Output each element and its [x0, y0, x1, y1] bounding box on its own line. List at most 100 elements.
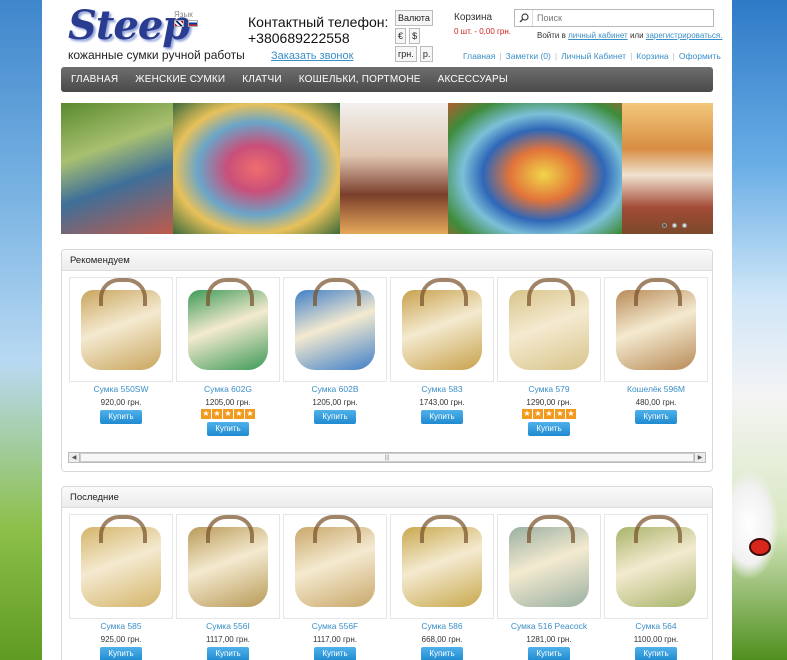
- slide-dot[interactable]: [672, 223, 677, 228]
- buy-button[interactable]: Купить: [314, 410, 356, 424]
- toplink-separator: |: [672, 51, 675, 61]
- buy-button[interactable]: Купить: [421, 647, 463, 660]
- product-name-link[interactable]: Сумка 586: [389, 621, 495, 631]
- bag-illustration: [188, 277, 268, 370]
- currency-usd-button[interactable]: $: [409, 28, 421, 44]
- english-flag-icon[interactable]: [174, 20, 184, 27]
- product-image[interactable]: [69, 514, 173, 619]
- cart-summary: 0 шт. - 0,00 грн.: [454, 27, 511, 36]
- banner-photo: [622, 103, 713, 234]
- login-or-text: или: [629, 31, 644, 40]
- product-name-link[interactable]: Сумка 579: [496, 384, 602, 394]
- background-left: [0, 0, 42, 660]
- scroll-right-icon[interactable]: ▶: [694, 452, 705, 463]
- currency-eur-button[interactable]: €: [395, 28, 407, 44]
- scrollbar-thumb[interactable]: |||: [80, 453, 694, 462]
- product-image[interactable]: [176, 514, 280, 619]
- bag-illustration: [81, 514, 161, 607]
- buy-button[interactable]: Купить: [100, 410, 142, 424]
- product-name-link[interactable]: Сумка 564: [603, 621, 709, 631]
- bag-illustration: [616, 514, 696, 607]
- product-image[interactable]: [283, 514, 387, 619]
- search-icon[interactable]: [515, 10, 533, 26]
- slide-dot[interactable]: [682, 223, 687, 228]
- register-link[interactable]: зарегистрироваться.: [646, 31, 723, 40]
- buy-button[interactable]: Купить: [528, 647, 570, 660]
- slide-dot[interactable]: [662, 223, 667, 228]
- banner-slideshow[interactable]: [61, 103, 713, 234]
- phone-label: Контактный телефон:: [248, 14, 389, 30]
- product-name-link[interactable]: Сумка 556I: [175, 621, 281, 631]
- cart-title[interactable]: Корзина: [454, 12, 511, 23]
- product-price: 1205,00 грн.: [312, 398, 358, 407]
- product-name-link[interactable]: Сумка 585: [68, 621, 174, 631]
- nav-item-accessories[interactable]: АКСЕССУАРЫ: [438, 74, 508, 85]
- buy-button[interactable]: Купить: [421, 410, 463, 424]
- product-image[interactable]: [390, 514, 494, 619]
- toplink-home[interactable]: Главная: [463, 51, 495, 61]
- product-name-link[interactable]: Сумка 583: [389, 384, 495, 394]
- bag-illustration: [509, 277, 589, 370]
- star-icon: ★: [555, 409, 565, 419]
- login-link[interactable]: личный кабинет: [568, 31, 628, 40]
- product-name-link[interactable]: Сумка 550SW: [68, 384, 174, 394]
- bag-illustration: [188, 514, 268, 607]
- toplink-separator: |: [630, 51, 633, 61]
- banner-photo: [340, 103, 448, 234]
- nav-item-wallets[interactable]: КОШЕЛЬКИ, ПОРТМОНЕ: [299, 74, 421, 85]
- callback-link[interactable]: Заказать звонок: [271, 50, 353, 62]
- buy-button[interactable]: Купить: [207, 422, 249, 436]
- toplink-checkout[interactable]: Оформить: [679, 51, 721, 61]
- bag-illustration: [81, 277, 161, 370]
- product-price: 668,00 грн.: [421, 635, 463, 644]
- nav-item-home[interactable]: ГЛАВНАЯ: [71, 74, 118, 85]
- star-icon: ★: [234, 409, 244, 419]
- search-input[interactable]: [533, 13, 708, 23]
- product-name-link[interactable]: Сумка 556F: [282, 621, 388, 631]
- product-image[interactable]: [176, 277, 280, 382]
- product-name-link[interactable]: Кошелёк 596M: [603, 384, 709, 394]
- nav-item-womens-bags[interactable]: ЖЕНСКИЕ СУМКИ: [135, 74, 225, 85]
- banner-photo: [61, 103, 173, 234]
- buy-button[interactable]: Купить: [314, 647, 356, 660]
- top-links: Главная | Заметки (0) | Личный Кабинет | Корзи…: [463, 51, 721, 61]
- product-image[interactable]: [604, 514, 708, 619]
- toplink-account[interactable]: Личный Кабинет: [561, 51, 626, 61]
- toplink-cart[interactable]: Корзина: [636, 51, 668, 61]
- product-name-link[interactable]: Сумка 516 Peacock: [496, 621, 602, 631]
- product-image[interactable]: [604, 277, 708, 382]
- currency-switcher: Валюта € $ грн. р.: [395, 10, 441, 64]
- currency-rub-button[interactable]: р.: [419, 46, 434, 62]
- cart-widget[interactable]: Корзина 0 шт. - 0,00 грн.: [454, 12, 511, 36]
- search-box: [514, 9, 714, 27]
- product-image[interactable]: [390, 277, 494, 382]
- product-card: Кошелёк 596M 480,00 грн. Купить: [603, 277, 709, 436]
- russian-flag-icon[interactable]: [188, 20, 198, 27]
- star-icon: ★: [201, 409, 211, 419]
- buy-button[interactable]: Купить: [635, 647, 677, 660]
- nav-item-clutches[interactable]: КЛАТЧИ: [242, 74, 281, 85]
- site-tagline: кожанные сумки ручной работы: [68, 48, 245, 62]
- recommended-products: Сумка 550SW 920,00 грн. Купить Сумка 602G 12…: [62, 271, 712, 436]
- product-name-link[interactable]: Сумка 602G: [175, 384, 281, 394]
- buy-button[interactable]: Купить: [100, 647, 142, 660]
- product-card: Сумка 583 1743,00 грн. Купить: [389, 277, 495, 436]
- recommended-title: Рекомендуем: [62, 250, 712, 271]
- product-image[interactable]: [497, 277, 601, 382]
- buy-button[interactable]: Купить: [528, 422, 570, 436]
- star-icon: ★: [533, 409, 543, 419]
- horizontal-scrollbar[interactable]: ◀ ||| ▶: [68, 452, 706, 463]
- rating-stars: ★ ★ ★ ★ ★: [175, 409, 281, 419]
- product-image[interactable]: [69, 277, 173, 382]
- buy-button[interactable]: Купить: [207, 647, 249, 660]
- scroll-left-icon[interactable]: ◀: [69, 452, 80, 463]
- product-image[interactable]: [283, 277, 387, 382]
- currency-uah-button[interactable]: грн.: [395, 46, 417, 62]
- toplink-notes[interactable]: Заметки (0): [506, 51, 551, 61]
- recommended-box: Рекомендуем Сумка 550SW 920,00 грн. Купить…: [61, 249, 713, 472]
- buy-button[interactable]: Купить: [635, 410, 677, 424]
- site-logo[interactable]: Steep: [68, 2, 190, 49]
- product-name-link[interactable]: Сумка 602B: [282, 384, 388, 394]
- product-image[interactable]: [497, 514, 601, 619]
- star-icon: ★: [223, 409, 233, 419]
